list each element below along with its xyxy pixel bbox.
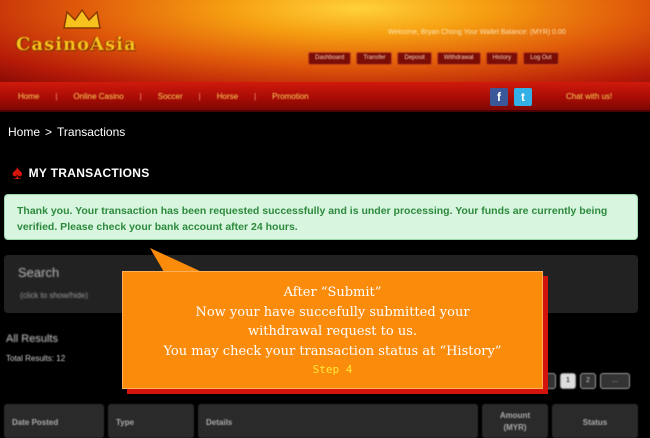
callout-line: Now your have succefully submitted your — [195, 304, 470, 320]
callout-step: Step 4 — [312, 363, 353, 376]
callout-line: withdrawal request to us. — [247, 324, 418, 339]
callout-line: After “Submit” — [283, 285, 382, 300]
tutorial-callout: After “Submit” Now your have succefully … — [122, 271, 543, 389]
callout-line: You may check your transaction status at… — [163, 343, 502, 359]
page: CasinoAsia Welcome, Bryan Chong Your Wal… — [0, 0, 650, 438]
